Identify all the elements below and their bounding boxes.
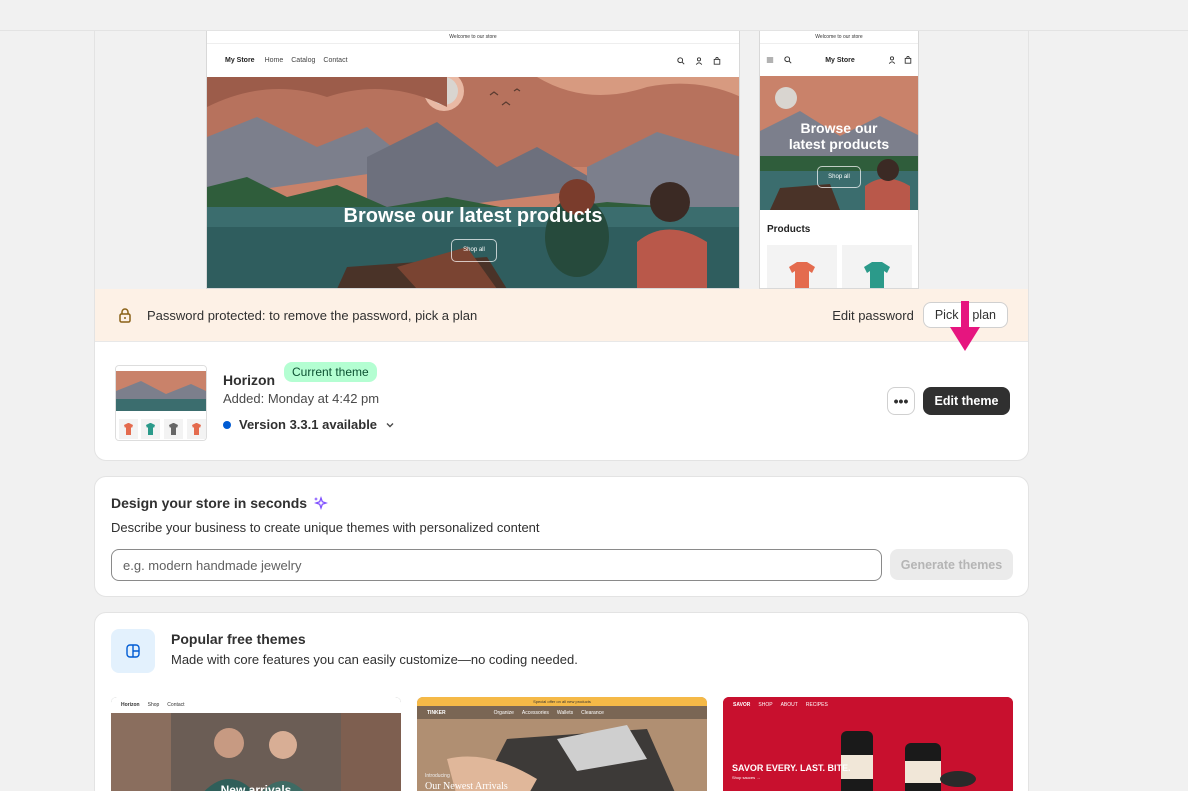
theme-card-brand: TINKER xyxy=(427,709,446,716)
theme-card-nav: Horizon Shop Contact xyxy=(111,697,401,713)
product-tile xyxy=(767,245,837,288)
search-icon xyxy=(784,56,792,64)
theme-card-image xyxy=(111,713,401,791)
nav-catalog: Catalog xyxy=(291,57,316,64)
theme-preview-card: Welcome to our store My Store Home Catal… xyxy=(94,31,1029,461)
theme-card-nav-item: Shop xyxy=(147,702,160,708)
products-heading: Products xyxy=(767,224,811,235)
store-brand: My Store xyxy=(225,57,255,64)
theme-card-nav-item: Organize xyxy=(493,709,514,716)
more-actions-button[interactable]: ••• xyxy=(887,387,915,415)
theme-card-brand: SAVOR xyxy=(733,702,751,708)
user-icon xyxy=(695,56,703,65)
sparkle-icon xyxy=(314,496,329,510)
user-icon xyxy=(888,56,896,64)
store-header: My Store Home Catalog Contact xyxy=(207,44,739,77)
theme-card-nav: TINKER Organize Accessories Wallets Clea… xyxy=(417,706,707,719)
theme-card-nav-item: ABOUT xyxy=(780,702,798,708)
design-subtitle: Describe your business to create unique … xyxy=(111,520,540,535)
edit-theme-button[interactable]: Edit theme xyxy=(923,387,1010,415)
generate-themes-button[interactable]: Generate themes xyxy=(890,549,1013,580)
theme-card-hero: New arrivals xyxy=(220,783,292,791)
design-title: Design your store in seconds xyxy=(111,495,329,511)
theme-card-nav-item: Accessories xyxy=(521,709,549,716)
theme-card-horizon[interactable]: Horizon Shop Contact New arrivals xyxy=(111,697,401,791)
announcement-bar: Welcome to our store xyxy=(207,31,739,44)
password-banner-text: Password protected: to remove the passwo… xyxy=(147,307,478,323)
theme-card-small: Introducing xyxy=(425,773,450,779)
popular-themes-card: Popular free themes Made with core featu… xyxy=(94,612,1029,791)
menu-icon xyxy=(766,57,774,63)
shop-all-button: Shop all xyxy=(451,239,497,262)
theme-name: Horizon xyxy=(223,372,276,388)
mobile-hero-title-line2: latest products xyxy=(788,136,890,152)
theme-card-brand: Horizon xyxy=(121,702,140,708)
theme-card-small: Shop sauces → xyxy=(732,775,761,780)
version-label: Version 3.3.1 available xyxy=(239,417,378,432)
layout-icon xyxy=(111,629,155,673)
mobile-hero: Browse our latest products Shop all xyxy=(760,76,918,210)
product-tile xyxy=(842,245,912,288)
mobile-brand: My Store xyxy=(825,56,855,64)
hero-title: Browse our latest products xyxy=(343,205,603,227)
design-title-text: Design your store in seconds xyxy=(111,495,308,511)
edit-password-link[interactable]: Edit password xyxy=(832,308,914,323)
nav-home: Home xyxy=(264,57,284,64)
theme-card-tinker[interactable]: Special offer on all new products TINKER… xyxy=(417,697,707,791)
mobile-announcement-bar: Welcome to our store xyxy=(760,31,918,44)
theme-card-image xyxy=(723,713,1013,791)
password-banner: Password protected: to remove the passwo… xyxy=(95,289,1028,342)
desktop-preview[interactable]: Welcome to our store My Store Home Catal… xyxy=(206,31,740,289)
theme-card-nav-item: SHOP xyxy=(758,702,773,708)
theme-card-nav-item: Clearance xyxy=(581,709,604,716)
theme-card-hero: Our Newest Arrivals xyxy=(425,781,508,791)
mobile-shop-all-button: Shop all xyxy=(817,166,861,188)
theme-added-date: Added: Monday at 4:42 pm xyxy=(223,391,380,406)
bag-icon xyxy=(904,56,912,64)
theme-card-hero: SAVOR EVERY. LAST. BITE. xyxy=(732,763,851,773)
theme-thumbnail[interactable] xyxy=(115,365,207,441)
mobile-hero-title: Browse our latest products xyxy=(760,120,918,152)
current-theme-badge: Current theme xyxy=(284,362,377,382)
design-store-card: Design your store in seconds Describe yo… xyxy=(94,476,1029,597)
version-dropdown[interactable]: Version 3.3.1 available xyxy=(223,417,395,432)
mobile-preview[interactable]: Welcome to our store My Store Browse our… xyxy=(759,31,919,289)
theme-card-nav-item: Wallets xyxy=(556,709,574,716)
product-tiles xyxy=(760,235,918,288)
bag-icon xyxy=(713,56,721,65)
current-theme-row: Horizon Current theme Added: Monday at 4… xyxy=(95,342,1028,460)
theme-card-nav: SAVOR SHOP ABOUT RECIPES xyxy=(723,697,1013,713)
theme-card-savor[interactable]: SAVOR SHOP ABOUT RECIPES SAVOR EVERY. LA… xyxy=(723,697,1013,791)
lock-icon xyxy=(119,308,131,323)
mobile-hero-title-line1: Browse our xyxy=(800,120,878,136)
popular-themes-title: Popular free themes xyxy=(171,631,306,647)
theme-card-strip: Special offer on all new products xyxy=(417,697,707,706)
hero-banner: Browse our latest products Shop all xyxy=(207,77,739,288)
theme-card-nav-item: Contact xyxy=(167,702,185,708)
mobile-header: My Store xyxy=(760,44,918,76)
top-bar xyxy=(0,0,1188,31)
version-status-dot xyxy=(223,420,231,429)
search-icon xyxy=(677,56,685,65)
popular-themes-subtitle: Made with core features you can easily c… xyxy=(171,652,578,667)
theme-card-nav-item: RECIPES xyxy=(805,702,828,708)
nav-contact: Contact xyxy=(323,57,348,64)
business-description-input[interactable] xyxy=(111,549,882,581)
preview-area: Welcome to our store My Store Home Catal… xyxy=(95,31,1028,289)
chevron-down-icon xyxy=(386,422,394,427)
